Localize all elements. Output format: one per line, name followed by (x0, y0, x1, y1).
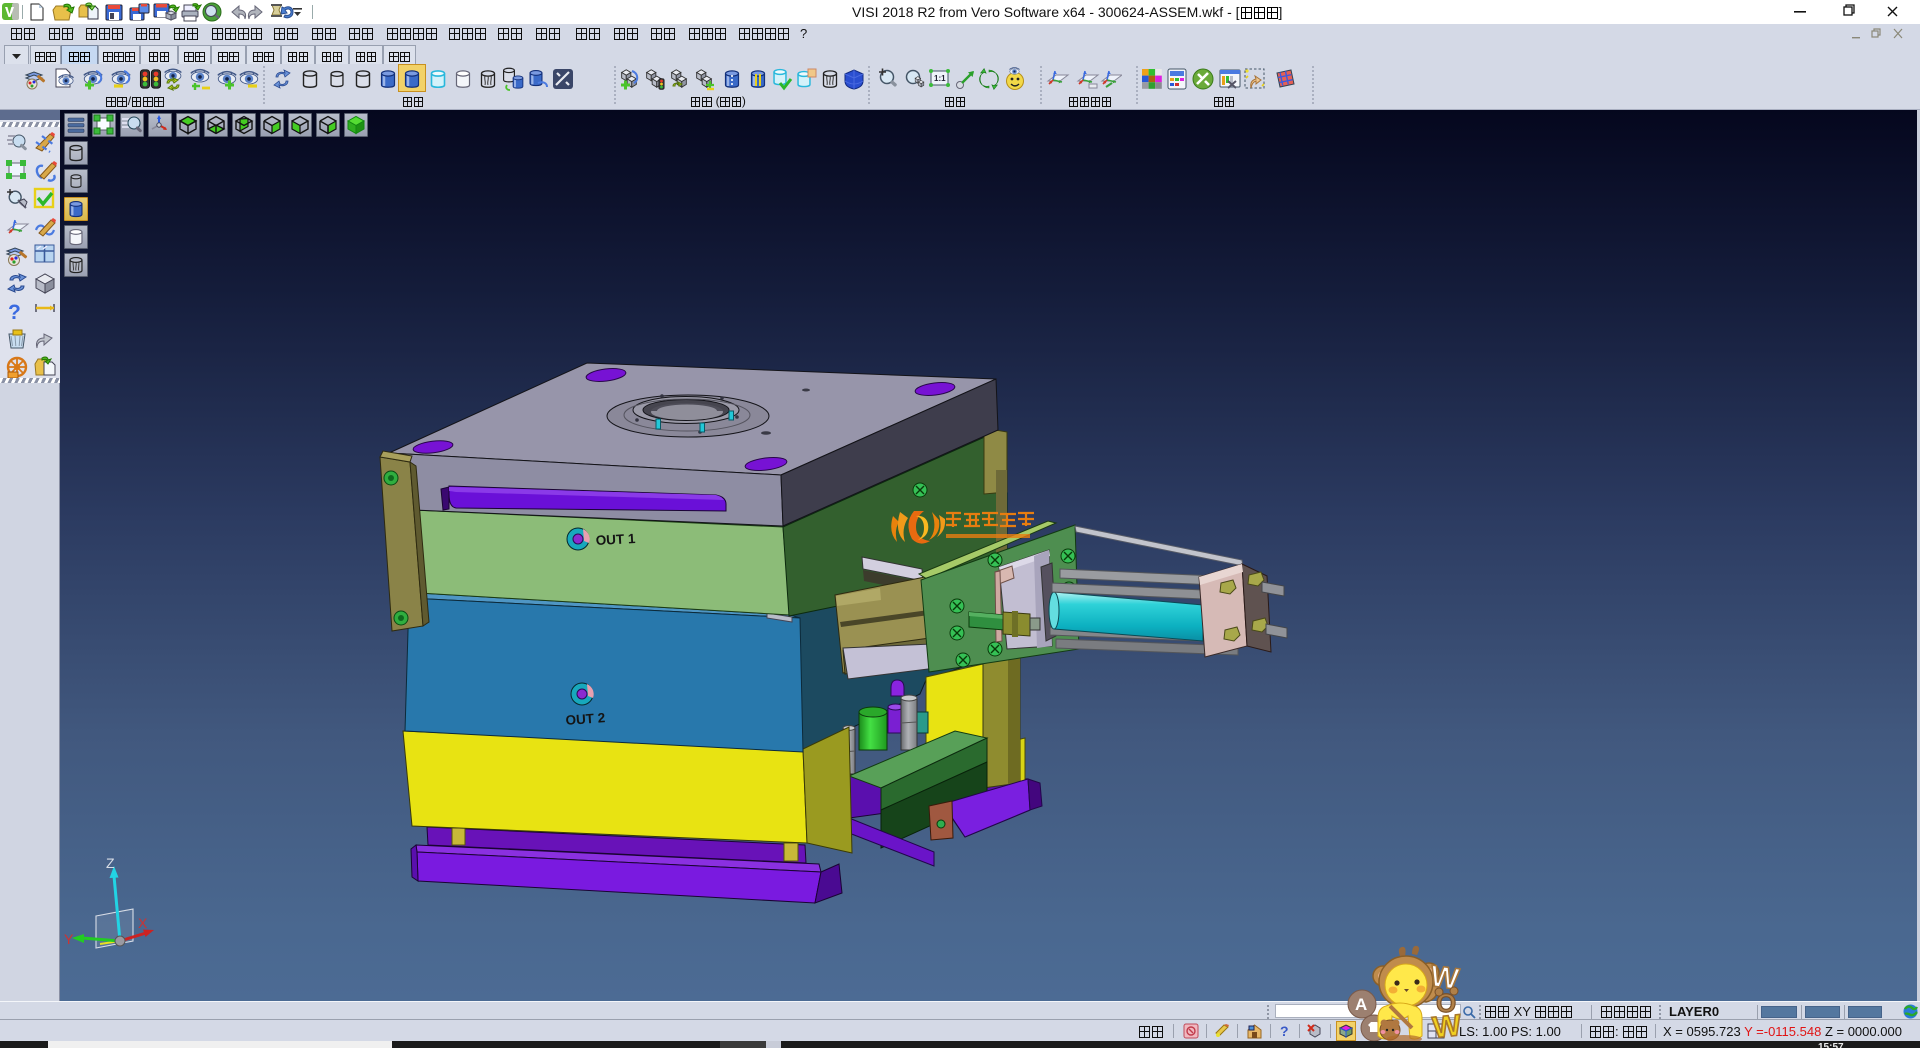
svg-text:OUT 1: OUT 1 (595, 531, 636, 548)
svg-text:W: W (1431, 1009, 1463, 1041)
svg-text:OUT 2: OUT 2 (565, 710, 606, 728)
svg-text:X: X (138, 915, 148, 931)
svg-text:1:1: 1:1 (934, 74, 946, 83)
svg-text:Z: Z (106, 855, 115, 871)
svg-text:Y: Y (64, 931, 74, 947)
svg-text:?: ? (8, 301, 21, 324)
svg-text:A: A (1355, 995, 1367, 1014)
